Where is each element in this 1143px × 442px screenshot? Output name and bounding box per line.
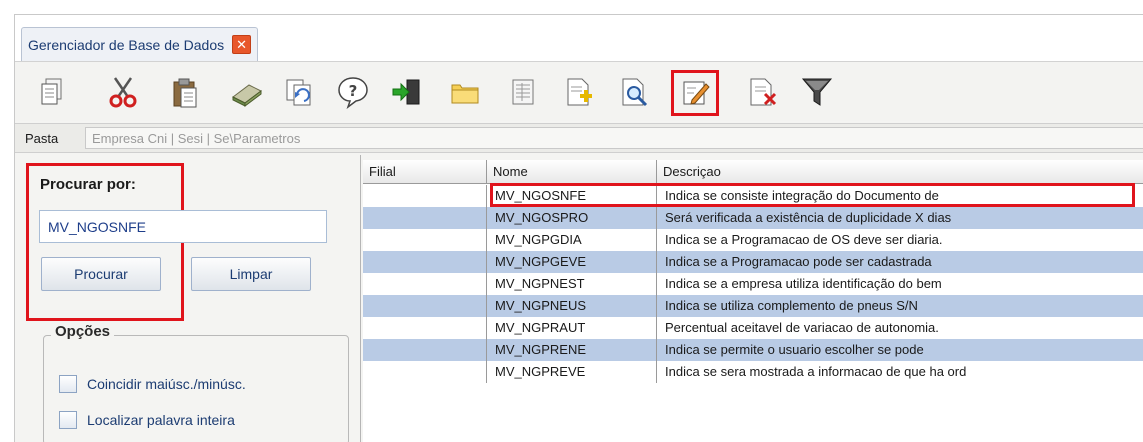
cell-descricao: Indica se a empresa utiliza identificaçã… (665, 276, 942, 291)
cell-nome: MV_NGPNEST (487, 273, 657, 295)
cell-filial (363, 185, 487, 207)
table-row[interactable]: MV_NGPREVE Indica se sera mostrada a info… (363, 361, 1143, 383)
match-case-checkbox[interactable] (59, 375, 77, 393)
parameters-grid: Filial Nome Descriçao MV_NGOSNFE Indica s… (363, 160, 1143, 442)
cell-descricao: Indica se utiliza complemento de pneus S… (665, 298, 918, 313)
search-label: Procurar por: (40, 176, 136, 193)
database-manager-window: Gerenciador de Base de Dados ✕ ? Pasta E… (14, 14, 1143, 442)
toolbar: ? (15, 61, 1143, 121)
whole-word-label: Localizar palavra inteira (87, 412, 235, 428)
help-button[interactable]: ? (333, 72, 373, 112)
table-row[interactable]: MV_NGPNEUS Indica se utiliza complemento … (363, 295, 1143, 317)
tab-bar: Gerenciador de Base de Dados ✕ (15, 15, 1143, 61)
pasta-path[interactable]: Empresa Cni | Sesi | Se\Parametros (85, 127, 1143, 149)
filter-button[interactable] (797, 72, 837, 112)
copy-icon (41, 78, 62, 105)
table-row[interactable]: MV_NGOSNFE Indica se consiste integração … (363, 185, 1143, 207)
folder-button[interactable] (445, 72, 485, 112)
copy-button[interactable] (33, 72, 73, 112)
add-document-icon (567, 78, 592, 106)
cell-nome: MV_NGPRENE (487, 339, 657, 361)
cell-descricao: Indica se a Programacao de OS deve ser d… (665, 232, 943, 247)
cell-nome: MV_NGOSPRO (487, 207, 657, 229)
cell-descricao: Indica se consiste integração do Documen… (665, 188, 939, 203)
cell-nome: MV_NGPGDIA (487, 229, 657, 251)
top-margin (0, 0, 1143, 14)
edit-icon (683, 81, 710, 105)
cell-filial (363, 317, 487, 339)
cell-descricao: Indica se sera mostrada a informacao de … (665, 364, 967, 379)
exit-button[interactable] (387, 72, 427, 112)
cell-filial (363, 273, 487, 295)
cell-descricao: Percentual aceitavel de variacao de auto… (665, 320, 939, 335)
clear-button[interactable]: Limpar (191, 257, 311, 291)
table-row[interactable]: MV_NGPRAUT Percentual aceitavel de variac… (363, 317, 1143, 339)
tab-title: Gerenciador de Base de Dados (28, 36, 225, 53)
cell-nome: MV_NGPREVE (487, 361, 657, 383)
column-header-descricao[interactable]: Descriçao (657, 160, 1143, 184)
search-input[interactable] (39, 210, 327, 243)
paste-icon (173, 78, 197, 108)
refresh-button[interactable] (279, 72, 319, 112)
whole-word-option[interactable]: Localizar palavra inteira (59, 411, 235, 429)
cell-filial (363, 339, 487, 361)
document-view-button[interactable] (503, 72, 543, 112)
table-row[interactable]: MV_NGPNEST Indica se a empresa utiliza id… (363, 273, 1143, 295)
cell-descricao: Indica se permite o usuario escolher se … (665, 342, 924, 357)
cut-button[interactable] (103, 72, 143, 112)
cell-filial (363, 295, 487, 317)
edit-button[interactable] (671, 70, 719, 116)
cell-filial (363, 229, 487, 251)
refresh-icon (286, 79, 311, 106)
cell-descricao: Será verificada a existência de duplicid… (665, 210, 952, 225)
cell-filial (363, 251, 487, 273)
eraser-button[interactable] (227, 72, 267, 112)
match-case-option[interactable]: Coincidir maiúsc./minúsc. (59, 375, 246, 393)
table-row[interactable]: MV_NGPGDIA Indica se a Programacao de OS … (363, 229, 1143, 251)
cut-icon (109, 77, 137, 108)
cell-descricao: Indica se a Programacao pode ser cadastr… (665, 254, 932, 269)
grid-header: Filial Nome Descriçao (363, 160, 1143, 184)
cell-filial (363, 361, 487, 383)
table-row[interactable]: MV_NGOSPRO Será verificada a existência d… (363, 207, 1143, 229)
exit-icon (392, 79, 420, 105)
help-icon: ? (338, 77, 368, 109)
options-title: Opções (51, 323, 115, 340)
cell-nome: MV_NGPGEVE (487, 251, 657, 273)
cell-nome: MV_NGOSNFE (487, 185, 657, 207)
delete-document-icon (750, 78, 777, 106)
cell-filial (363, 207, 487, 229)
document-view-icon (512, 79, 534, 105)
whole-word-checkbox[interactable] (59, 411, 77, 429)
table-row[interactable]: MV_NGPRENE Indica se permite o usuario es… (363, 339, 1143, 361)
delete-document-button[interactable] (743, 72, 783, 112)
close-icon[interactable]: ✕ (232, 35, 252, 54)
table-row[interactable]: MV_NGPGEVE Indica se a Programacao pode s… (363, 251, 1143, 273)
pasta-label: Pasta (25, 131, 59, 146)
tab-database-manager[interactable]: Gerenciador de Base de Dados ✕ (21, 27, 259, 61)
column-header-filial[interactable]: Filial (363, 160, 487, 184)
search-button[interactable]: Procurar (41, 257, 161, 291)
svg-text:?: ? (349, 82, 358, 100)
search-document-icon (622, 78, 648, 107)
search-panel: Procurar por: Procurar Limpar Opções Coi… (15, 155, 361, 442)
column-header-nome[interactable]: Nome (487, 160, 657, 184)
match-case-label: Coincidir maiúsc./minúsc. (87, 376, 246, 392)
add-document-button[interactable] (559, 72, 599, 112)
search-document-button[interactable] (615, 72, 655, 112)
filter-icon (801, 78, 833, 106)
cell-nome: MV_NGPNEUS (487, 295, 657, 317)
paste-button[interactable] (165, 72, 205, 112)
cell-nome: MV_NGPRAUT (487, 317, 657, 339)
pasta-bar: Pasta Empresa Cni | Sesi | Se\Parametros (15, 123, 1143, 153)
eraser-icon (232, 84, 262, 107)
folder-icon (451, 84, 479, 104)
